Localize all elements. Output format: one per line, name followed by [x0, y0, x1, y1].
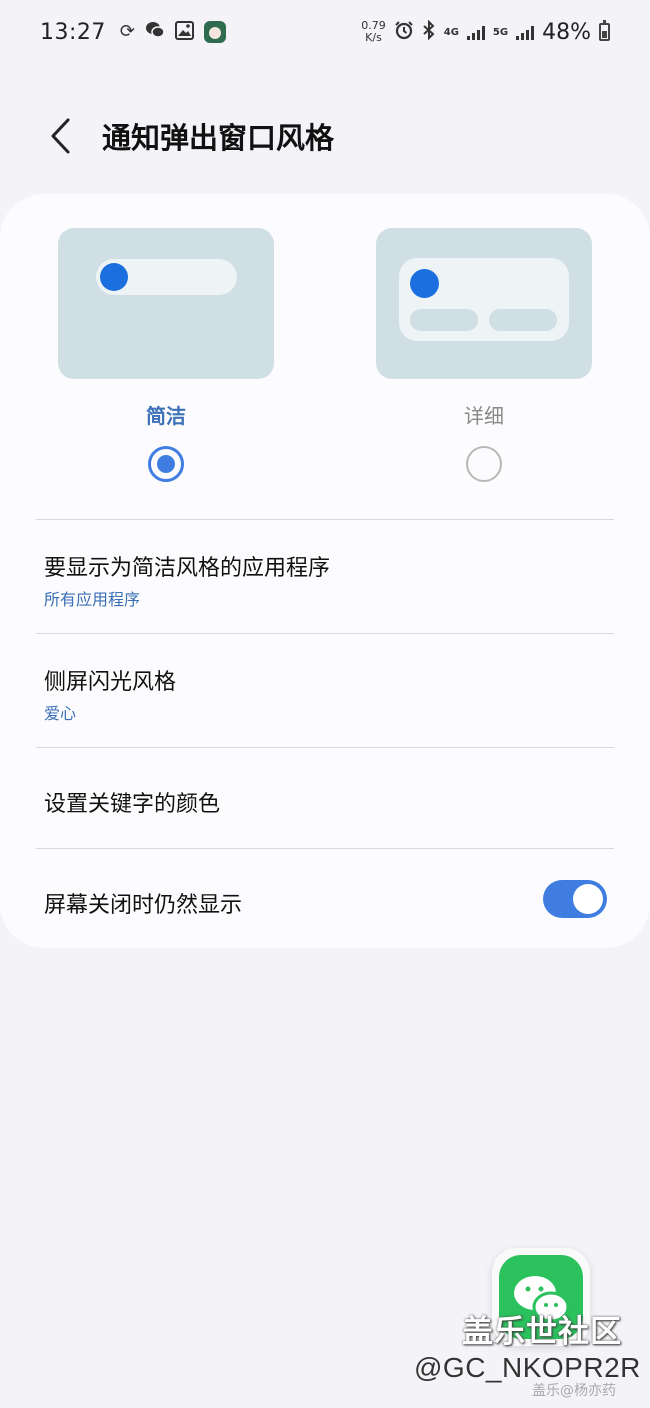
row-subtitle: 所有应用程序: [44, 590, 141, 609]
detail-style-label[interactable]: 详细: [424, 400, 544, 429]
preview-dot: [410, 269, 439, 298]
simple-style-radio[interactable]: [148, 446, 184, 482]
row-keyword-color[interactable]: 设置关键字的颜色: [0, 748, 650, 848]
preview-dot: [100, 263, 128, 291]
network-speed: 0.79 K/s: [361, 19, 386, 44]
battery-percent: 48%: [542, 19, 591, 45]
signal-icon: [466, 24, 485, 40]
watermark-brand: 盖乐世社区: [462, 1314, 622, 1350]
preview-pill: [96, 259, 237, 295]
preview-button-bar: [410, 309, 478, 331]
page-title: 通知弹出窗口风格: [102, 121, 335, 155]
sync-icon: ⟳: [119, 21, 135, 42]
row-simple-style-apps[interactable]: 要显示为简洁风格的应用程序 所有应用程序: [0, 520, 650, 633]
signal-icon: [516, 24, 535, 40]
row-title: 要显示为简洁风格的应用程序: [44, 556, 331, 581]
settings-card: 简洁 详细 要显示为简洁风格的应用程序 所有应用程序 侧屏闪光风格 爱心 设置关…: [0, 194, 650, 948]
detail-style-radio[interactable]: [466, 446, 502, 482]
row-subtitle: 爱心: [44, 704, 77, 723]
network-type-4g: 4G: [443, 26, 459, 38]
row-title: 设置关键字的颜色: [44, 792, 221, 817]
wechat-icon: [145, 21, 165, 43]
status-bar: 13:27 ⟳ 0.79 K/s 4G 5G 48%: [0, 0, 650, 64]
show-when-off-toggle[interactable]: [543, 880, 607, 918]
row-edge-lighting-style[interactable]: 侧屏闪光风格 爱心: [0, 634, 650, 747]
gallery-icon: [175, 20, 194, 44]
preview-bubble: [399, 258, 569, 341]
battery-icon: [599, 20, 610, 41]
status-time: 13:27: [40, 19, 106, 45]
row-title: 侧屏闪光风格: [44, 670, 177, 695]
simple-style-label[interactable]: 简洁: [106, 400, 226, 429]
notification-icons: ⟳: [119, 20, 226, 44]
alarm-icon: [394, 20, 414, 44]
back-button[interactable]: [30, 106, 90, 166]
avatar-icon: [204, 21, 226, 43]
chevron-left-icon: [51, 118, 70, 154]
row-title: 屏幕关闭时仍然显示: [44, 893, 243, 918]
system-icons: 0.79 K/s 4G 5G 48%: [361, 20, 610, 45]
detail-style-preview[interactable]: [376, 228, 592, 379]
network-type-5g: 5G: [492, 26, 509, 38]
preview-button-bar: [489, 309, 557, 331]
bluetooth-icon: [422, 19, 436, 44]
simple-style-preview[interactable]: [58, 228, 274, 379]
watermark-small: 盖乐@杨亦药: [532, 1383, 616, 1399]
app-header: 通知弹出窗口风格: [0, 96, 650, 176]
